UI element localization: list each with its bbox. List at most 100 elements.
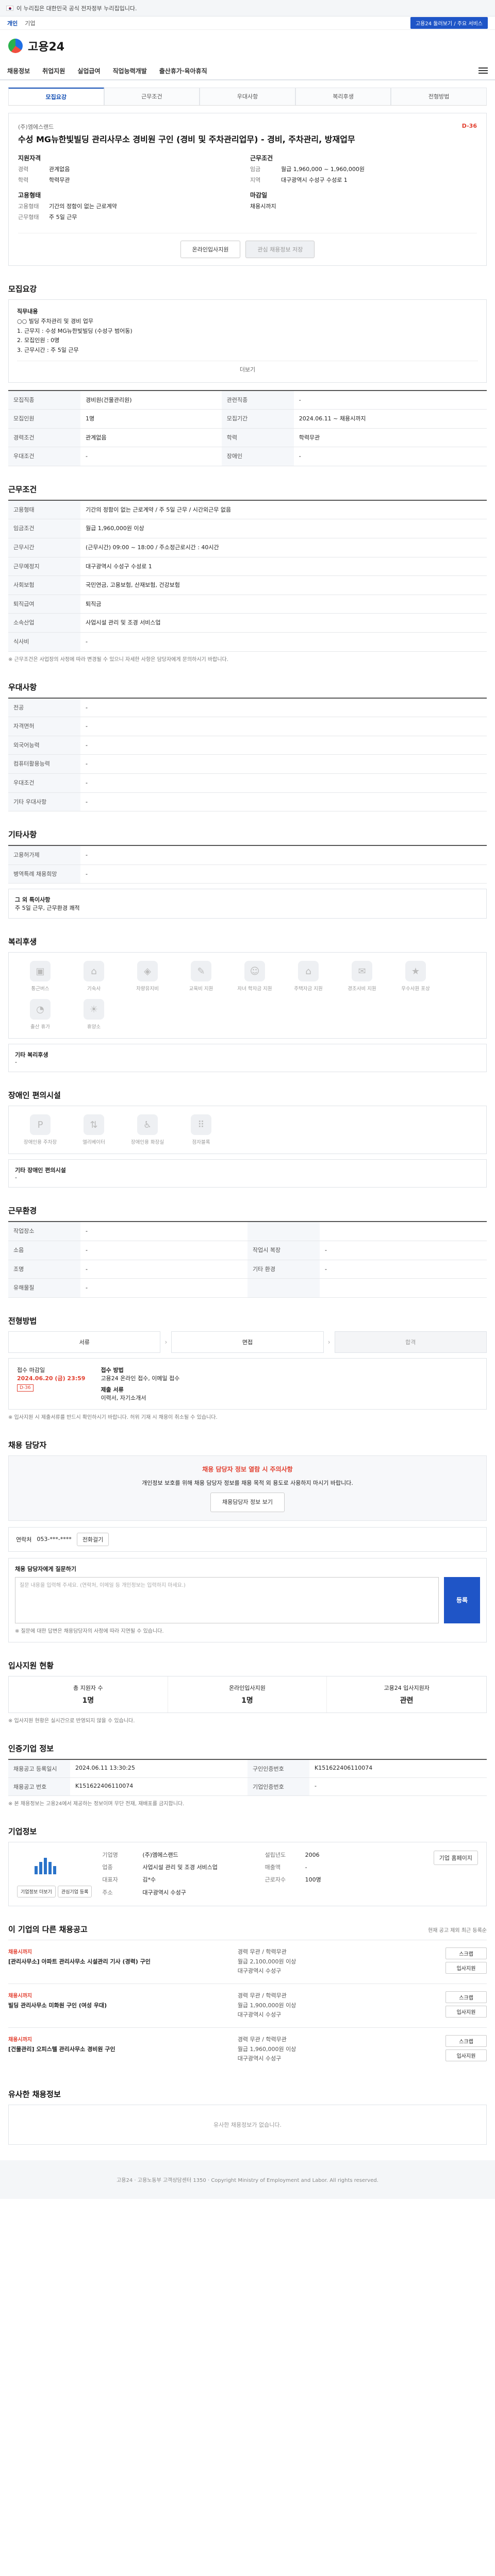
td: 퇴직금 [80,595,487,614]
td: 국민연금, 고용보험, 산재보험, 건강보험 [80,575,487,595]
logo-icon[interactable] [8,39,23,53]
summary-key: 고용형태 [18,203,39,210]
job-scrap-button[interactable]: 스크랩 [446,1991,487,2004]
td: - [80,1222,248,1241]
contact-phone: 연락처 053-***-**** 전화걸기 [8,1527,487,1552]
tab-welfare[interactable]: 복리후생 [295,88,391,105]
stat-label: 온라인입사지원 [229,1684,266,1691]
phone-label: 연락처 [16,1536,32,1543]
house-icon: ⌂ [298,961,319,982]
summary-qualification: 지원자격 경력 관계없음 학력 학력무관 고용형태 고용형태 기간의 정함이 없는 근… [18,154,245,224]
meta-key: 채용공고 번호 [8,1777,70,1796]
disability-label: 장애인용 주차장 [23,1140,57,1146]
job-scrap-button[interactable]: 스크랩 [446,1947,487,1959]
gnb-item[interactable]: 출산휴가·육아휴직 [159,66,207,75]
welfare-item: ⌂ 기숙사 [71,961,117,992]
question-submit-button[interactable]: 등록 [444,1577,480,1623]
td: - [80,632,487,652]
corp-key: 주소 [102,1889,113,1896]
summary-value: 주 5일 근무 [49,213,77,221]
top-link-personal[interactable]: 개인 [7,19,18,27]
th: 관련직종 [221,390,294,410]
job-apply-button[interactable]: 입사지원 [446,1961,487,1974]
view-contact-button[interactable]: 채용담당자 정보 보기 [210,1493,285,1512]
job-meta: 경력 무관 / 학력무관 [237,1948,287,1955]
job-meta: 경력 무관 / 학력무관 [237,1992,287,1999]
apply-online-button[interactable]: 온라인입사지원 [180,241,241,259]
job-scrap-button[interactable]: 스크랩 [446,2035,487,2047]
tab-recruit[interactable]: 모집요강 [8,88,104,105]
th: 소음 [8,1241,80,1260]
scrap-button[interactable]: 관심 채용정보 저장 [245,241,315,259]
corp-more-button[interactable]: 기업정보 더보기 [17,1885,56,1897]
corp-fav-button[interactable]: 관심기업 등록 [57,1885,92,1897]
th: 병역특례 채용희망 [8,865,80,884]
tab-work[interactable]: 근무조건 [104,88,200,105]
corp-homepage-button[interactable]: 기업 홈페이지 [433,1850,478,1865]
job-tag: 채용시까지 [8,1993,32,1999]
gnb-item[interactable]: 채용정보 [7,66,30,75]
th: 작업장소 [8,1222,80,1241]
welfare-label: 주택자금 지원 [294,986,323,992]
job-name[interactable]: [건물관리] 오피스텔 관리사무소 경비원 구인 [8,2045,229,2053]
corp-value: 사업시설 관리 및 조경 서비스업 [142,1864,218,1871]
others-sort[interactable]: 현재 공고 제외 최근 등록순 [428,1926,487,1934]
meta-value: K151622406110074 [70,1778,248,1796]
more-button[interactable]: 더보기 [17,360,478,375]
welfare-label: 차량유지비 [136,986,159,992]
meta-key: 채용공고 등록일시 [8,1759,70,1778]
meta-key: 기업인증번호 [248,1777,309,1796]
etc-table: 고용허가제 - 병역특례 채용희망 - [8,845,487,884]
disability-item: ♿ 장애인용 화장실 [124,1114,171,1145]
tour-button[interactable]: 고용24 둘러보기 / 주요 서비스 [410,17,488,29]
menu-icon[interactable] [478,67,488,74]
disability-item: ⇅ 엘리베이터 [71,1114,117,1145]
call-button[interactable]: 전화걸기 [76,1532,109,1546]
summary-key: 학력 [18,176,29,183]
site-logo[interactable]: 고용24 [28,38,64,54]
stat-value: 1명 [241,1696,253,1705]
meta-grid: 채용공고 등록일시 2024.06.11 13:30:25 구인인증번호 K1516… [8,1758,487,1796]
meta-key: 구인인증번호 [248,1759,309,1778]
gift-icon: ✉ [352,961,372,982]
job-item[interactable]: 채용시까지빌딩 관리사무소 미화원 구인 (여성 우대) 경력 무관 / 학력무… [8,1984,487,2027]
summary-value: 관계없음 [49,166,70,173]
summary-key: 근무형태 [18,213,39,221]
td: - [80,698,487,718]
td: 대구광역시 수성구 수성로 1 [80,557,487,577]
tab-pref[interactable]: 우대사항 [200,88,295,105]
disability-label: 점자블록 [192,1140,210,1146]
job-item[interactable]: 채용시까지 [건물관리] 오피스텔 관리사무소 경비원 구인 경력 무관 / 학력… [8,2027,487,2071]
td: - [293,447,487,466]
td [320,1222,487,1241]
work-note: ※ 근무조건은 사업장의 사정에 따라 변경될 수 있으니 자세한 사항은 담당… [8,656,228,663]
td: (근무시간) 09:00 ~ 18:00 / 주소정근로시간 : 40시간 [80,538,487,557]
td: - [80,1241,248,1260]
td: 사업시설 관리 및 조경 서비스업 [80,613,487,633]
top-link-company[interactable]: 기업 [25,19,35,27]
job-apply-button[interactable]: 입사지원 [446,2049,487,2062]
job-item[interactable]: 채용시까지 [관리사무소] 아파트 관리사무소 시설관리 기사 (경력) 구인 경… [8,1939,487,1984]
gov-banner-text: 이 누리집은 대한민국 공식 전자정부 누리집입니다. [16,5,137,12]
closing-value: 채용시까지 [250,203,276,210]
job-apply-button[interactable]: 입사지원 [446,2006,487,2018]
th: 기타 환경 [248,1260,320,1279]
welfare-label: 통근버스 [31,986,50,992]
company-name[interactable]: (주)엠에스랜드 [18,123,477,131]
job-name[interactable]: [관리사무소] 아파트 관리사무소 시설관리 기사 (경력) 구인 [8,1957,229,1965]
workplace-table: 작업장소 - 소음 - 작업시 복장 - 조명 - 기타 환경 - 유해물질 - [8,1221,487,1298]
tab-process[interactable]: 전형방법 [391,88,487,105]
gnb-item[interactable]: 실업급여 [77,66,100,75]
welfare-label: 우수사원 포상 [401,986,430,992]
gnb-item[interactable]: 취업지원 [42,66,65,75]
th: 기타 우대사항 [8,792,80,812]
job-name[interactable]: 빌딩 관리사무소 미화원 구인 (여성 우대) [8,2001,229,2009]
job-desc-line: ○○ 빌딩 주차관리 및 경비 업무 [17,318,93,325]
question-input[interactable]: 질문 내용을 입력해 주세요. (연락처, 이메일 등 개인정보는 입력하지 마… [15,1577,439,1623]
stat-value: 관련 [400,1696,414,1705]
th: 우대조건 [8,773,80,793]
gnb-item[interactable]: 직업능력개발 [113,66,147,75]
td: 경비원(건물관리원) [80,390,222,410]
section-title-pref: 우대사항 [8,682,37,692]
section-title-status: 입사지원 현황 [8,1660,54,1670]
